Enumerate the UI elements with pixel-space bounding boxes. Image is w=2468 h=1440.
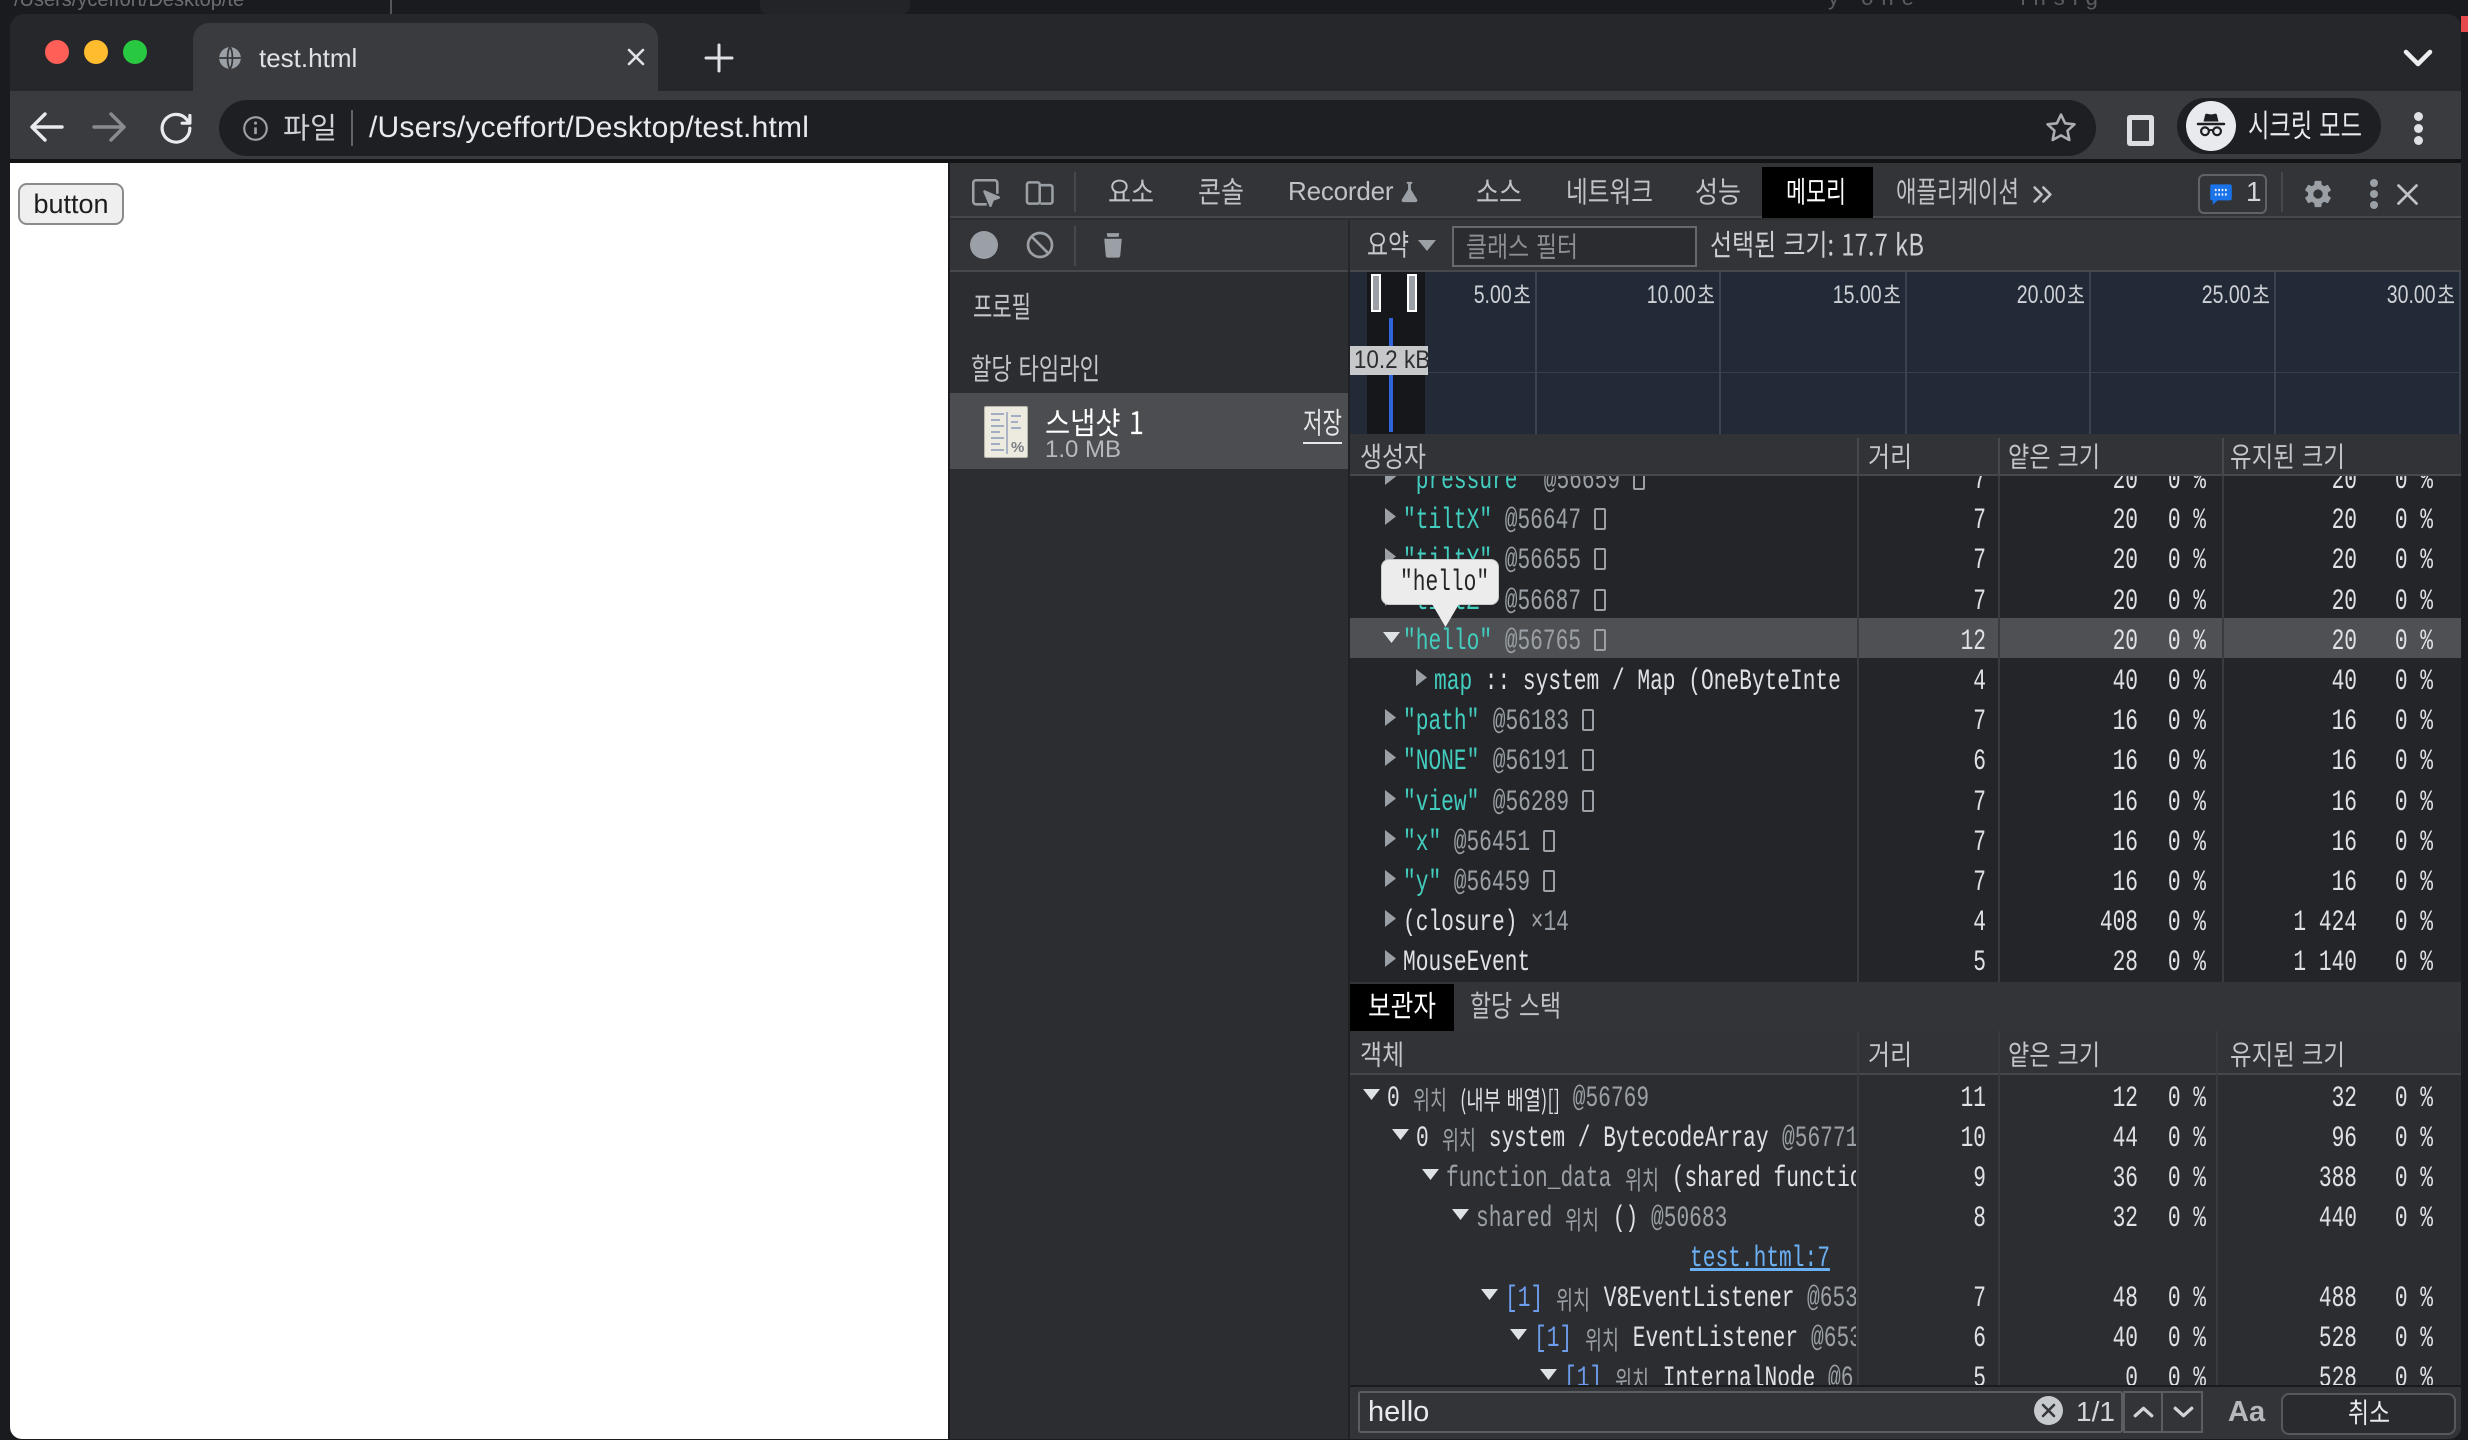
svg-text:%: % bbox=[1011, 439, 1024, 456]
